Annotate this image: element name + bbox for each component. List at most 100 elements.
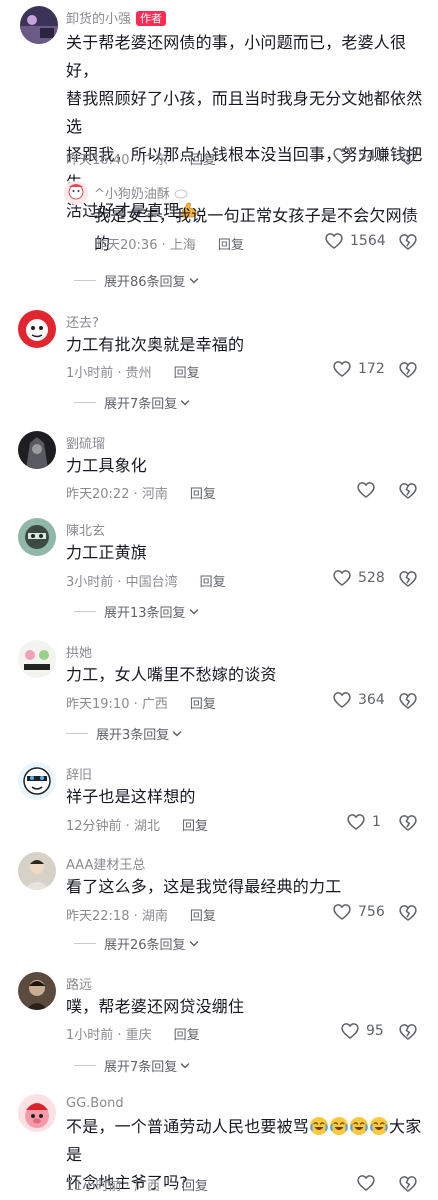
comment-username[interactable]: 辞旧: [66, 764, 92, 783]
like-button[interactable]: [356, 1173, 382, 1193]
comment-time-location: 昨天20:36 · 上海: [94, 238, 196, 253]
heart-outline-icon: [332, 690, 352, 710]
divider: [74, 280, 96, 281]
comment-meta: 12分钟前 · 湖北 回复: [66, 815, 208, 834]
comment-line: 替我照顾好了小孩，而且当时我身无分文她都依然选: [66, 89, 423, 136]
broken-heart-icon[interactable]: [398, 569, 418, 589]
reply-button[interactable]: 回复: [190, 697, 216, 712]
chevron-down-icon: [188, 938, 200, 950]
comment-text: 力工具象化: [66, 456, 148, 475]
comment-username[interactable]: 陳北玄: [66, 520, 105, 539]
comment-username[interactable]: 路远: [66, 974, 92, 993]
broken-heart-icon[interactable]: [398, 813, 418, 833]
reply-username[interactable]: ^小狗奶油酥: [94, 183, 188, 202]
expand-replies-button[interactable]: 展开3条回复: [66, 724, 183, 743]
comment-username[interactable]: 卸货的小强 作者: [66, 8, 167, 27]
username-text[interactable]: ^小狗奶油酥: [94, 187, 170, 202]
comment-meta: 昨天22:18 · 湖南 回复: [66, 905, 216, 924]
username-text[interactable]: 卸货的小强: [66, 12, 131, 27]
expand-label[interactable]: 展开26条回复: [104, 934, 186, 953]
reply-button[interactable]: 回复: [182, 1179, 208, 1194]
expand-replies-button[interactable]: 展开7条回复: [74, 1056, 191, 1075]
heart-outline-icon: [324, 231, 344, 251]
reply-avatar[interactable]: [64, 181, 88, 205]
avatar[interactable]: [18, 640, 56, 678]
rolling-laugh-emoji-icon: [309, 1116, 329, 1136]
like-button[interactable]: 172: [332, 359, 385, 379]
like-button[interactable]: [356, 480, 382, 500]
rolling-laugh-emoji-icon: [329, 1116, 349, 1136]
comment-username[interactable]: AAA建材王总: [66, 854, 145, 873]
like-button[interactable]: 364: [332, 690, 385, 710]
expand-label[interactable]: 展开13条回复: [104, 602, 186, 621]
reply-button[interactable]: 回复: [190, 153, 216, 168]
comment-time-location: 昨天16:40 · 广东: [66, 153, 168, 168]
comment-username[interactable]: GG.Bond: [66, 1096, 124, 1111]
reply-button[interactable]: 回复: [182, 819, 208, 834]
like-button[interactable]: 1: [346, 812, 381, 832]
reply-button[interactable]: 回复: [218, 238, 244, 253]
rolling-laugh-emoji-icon: [349, 1116, 369, 1136]
author-badge: 作者: [136, 11, 167, 26]
like-count: 541: [358, 148, 385, 164]
broken-heart-icon[interactable]: [398, 1022, 418, 1042]
avatar[interactable]: [18, 1094, 56, 1132]
divider: [74, 1065, 96, 1066]
avatar[interactable]: [18, 762, 56, 800]
comment-username[interactable]: 劉硫瑠: [66, 433, 105, 452]
like-button[interactable]: 1564: [324, 231, 386, 251]
reply-button[interactable]: 回复: [174, 366, 200, 381]
chevron-down-icon: [171, 728, 183, 740]
comment-line-text: 不是，一个普通劳动人民也要被骂: [66, 1117, 310, 1136]
comment-time-location: 11小时前 · 广西: [66, 1179, 160, 1194]
expand-replies-button[interactable]: 展开7条回复: [74, 393, 191, 412]
expand-replies-button[interactable]: 展开13条回复: [74, 602, 200, 621]
comment-meta: 1小时前 · 重庆 回复: [66, 1024, 200, 1043]
bubble-icon: [174, 189, 188, 199]
comment-username[interactable]: 拱她: [66, 642, 92, 661]
broken-heart-icon[interactable]: [398, 232, 418, 252]
reply-button[interactable]: 回复: [200, 575, 226, 590]
broken-heart-icon[interactable]: [398, 360, 418, 380]
heart-outline-icon: [332, 146, 352, 166]
like-button[interactable]: 528: [332, 568, 385, 588]
comment-username[interactable]: 还去?: [66, 312, 99, 331]
reply-button[interactable]: 回复: [174, 1028, 200, 1043]
broken-heart-icon[interactable]: [398, 481, 418, 501]
comment-item: 路远 噗，帮老婆还网贷没绷住 1小时前 · 重庆 回复 95 展开7条回复: [0, 972, 438, 1082]
comment-time-location: 昨天20:22 · 河南: [66, 487, 168, 502]
like-button[interactable]: 95: [340, 1021, 384, 1041]
like-count: 528: [358, 570, 385, 586]
comment-item: 劉硫瑠 力工具象化 昨天20:22 · 河南 回复: [0, 428, 438, 508]
broken-heart-icon[interactable]: [398, 147, 418, 167]
reply-meta: 昨天20:36 · 上海 回复: [94, 234, 244, 253]
comment-meta: 1小时前 · 贵州 回复: [66, 362, 200, 381]
divider: [74, 402, 96, 403]
reply-button[interactable]: 回复: [190, 487, 216, 502]
heart-outline-icon: [340, 1021, 360, 1041]
avatar[interactable]: [18, 852, 56, 890]
expand-label[interactable]: 展开86条回复: [104, 271, 186, 290]
expand-label[interactable]: 展开3条回复: [96, 724, 169, 743]
avatar[interactable]: [18, 972, 56, 1010]
comment-time-location: 昨天19:10 · 广西: [66, 697, 168, 712]
broken-heart-icon[interactable]: [398, 691, 418, 711]
avatar[interactable]: [18, 431, 56, 469]
expand-label[interactable]: 展开7条回复: [104, 1056, 177, 1075]
expand-replies-button[interactable]: 展开26条回复: [74, 934, 200, 953]
broken-heart-icon[interactable]: [398, 1174, 418, 1194]
comment-text: 祥子也是这样想的: [66, 787, 196, 806]
chevron-down-icon: [188, 606, 200, 618]
comment-item: AAA建材王总 看了这么多，这是我觉得最经典的力工 昨天22:18 · 湖南 回复…: [0, 850, 438, 960]
expand-label[interactable]: 展开7条回复: [104, 393, 177, 412]
avatar[interactable]: [18, 518, 56, 556]
avatar[interactable]: [20, 6, 58, 44]
avatar[interactable]: [18, 310, 56, 348]
broken-heart-icon[interactable]: [398, 903, 418, 923]
reply-button[interactable]: 回复: [190, 909, 216, 924]
like-button[interactable]: 541: [332, 146, 385, 166]
expand-replies-button[interactable]: 展开86条回复: [74, 271, 200, 290]
like-button[interactable]: 756: [332, 902, 385, 922]
heart-outline-icon: [332, 568, 352, 588]
comment-item: 陳北玄 力工正黄旗 3小时前 · 中国台湾 回复 528 展开13条回复: [0, 516, 438, 626]
